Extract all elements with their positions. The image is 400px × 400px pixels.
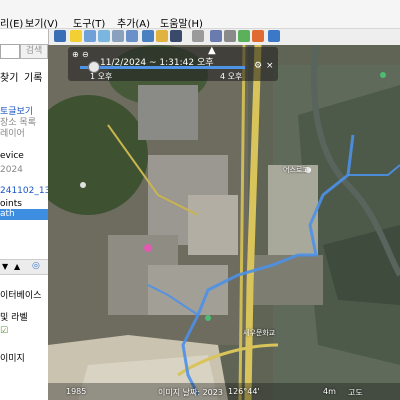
menu-tools[interactable]: 도구(T) — [73, 15, 105, 30]
eye-altitude-label: 고도 — [348, 388, 363, 397]
path-icon[interactable] — [98, 30, 110, 42]
tour-icon[interactable] — [126, 30, 138, 42]
history-icon[interactable] — [142, 30, 154, 42]
close-icon[interactable]: × — [266, 61, 274, 71]
imagery-date: 이미지 날짜: 2023 — [158, 388, 223, 397]
sidebar-item-path[interactable]: ath — [0, 209, 48, 220]
status-bar: 1985 이미지 날짜: 2023 126°44' 4m 고도 — [48, 383, 400, 400]
save-image-icon[interactable] — [238, 30, 250, 42]
sidebar-item-places[interactable]: 장소 목록 — [0, 118, 36, 129]
search-button[interactable]: 검색 — [20, 44, 48, 59]
sidebar-panel: 검색 찾기 기록 토글보기 장소 목록 레이어 evice 2024 24110… — [0, 29, 49, 400]
nav-control-icon[interactable]: ▲ — [208, 45, 216, 56]
print-icon[interactable] — [224, 30, 236, 42]
ruler-icon[interactable] — [192, 30, 204, 42]
time-slider-panel: ⊕ ⊖ 11/2/2024 ~ 1:31:42 오후 1 오후 4 오후 ⚙ × — [68, 47, 278, 81]
time-slider-track[interactable] — [80, 66, 245, 69]
layer-database-label: 이터베이스 — [0, 291, 42, 301]
time-end-label: 4 오후 — [220, 72, 243, 81]
satellite-imagery — [48, 45, 400, 400]
sidebar-controls: ▼ ▲ ◎ — [0, 259, 48, 275]
settings-gear-icon[interactable]: ⚙ — [254, 61, 262, 71]
sidebar-item-device[interactable]: evice — [0, 151, 24, 162]
sky-icon[interactable] — [170, 30, 182, 42]
tour-play-icon[interactable]: ◎ — [32, 261, 40, 271]
coordinates-readout: 126°44' — [228, 387, 260, 396]
imagery-year: 1985 — [66, 387, 87, 396]
map-label: 어스로고 — [283, 166, 309, 174]
menu-add[interactable]: 추가(A) — [117, 15, 150, 30]
menu-edit[interactable]: 리(E) — [0, 15, 23, 30]
email-icon[interactable] — [210, 30, 222, 42]
zoom-in-icon[interactable]: ⊕ — [72, 50, 79, 59]
tab-history[interactable]: 기록 — [24, 69, 42, 84]
sidebar-item-date[interactable]: 2024 — [0, 165, 23, 176]
layer-borders-label: 및 라벨 — [0, 313, 28, 323]
search-input[interactable] — [0, 44, 20, 59]
layer-images-label: 이미지 — [0, 354, 25, 364]
time-start-label: 1 오후 — [90, 72, 113, 81]
tab-find[interactable]: 찾기 — [0, 69, 18, 84]
polygon-icon[interactable] — [84, 30, 96, 42]
elevation-readout: 4m — [323, 387, 336, 396]
map-view[interactable]: ⊕ ⊖ 11/2/2024 ~ 1:31:42 오후 1 오후 4 오후 ⚙ ×… — [48, 45, 400, 400]
chevron-down-icon[interactable]: ▼ — [2, 262, 8, 271]
menu-bar: 리(E) 보기(V) 도구(T) 추가(A) 도움말(H) — [0, 0, 400, 30]
map-label: 새우문화교 — [243, 329, 276, 337]
sidebar-item-toggle[interactable]: 토글보기 — [0, 107, 33, 118]
sidebar-toggle-icon[interactable] — [54, 30, 66, 42]
menu-help[interactable]: 도움말(H) — [160, 15, 203, 30]
zoom-out-icon[interactable]: ⊖ — [82, 50, 89, 59]
toolbar — [48, 29, 400, 46]
maps-icon[interactable] — [252, 30, 264, 42]
menu-view[interactable]: 보기(V) — [25, 15, 58, 30]
sidebar-item-track[interactable]: 241102_1331 — [0, 186, 48, 197]
chevron-up-icon[interactable]: ▲ — [14, 262, 20, 271]
overlay-icon[interactable] — [112, 30, 124, 42]
placemark-icon[interactable] — [70, 30, 82, 42]
layer-check-icon[interactable]: ☑ — [0, 326, 8, 337]
sidebar-item-layers[interactable]: 레이어 — [0, 129, 25, 140]
earth-icon[interactable] — [268, 30, 280, 42]
sun-icon[interactable] — [156, 30, 168, 42]
